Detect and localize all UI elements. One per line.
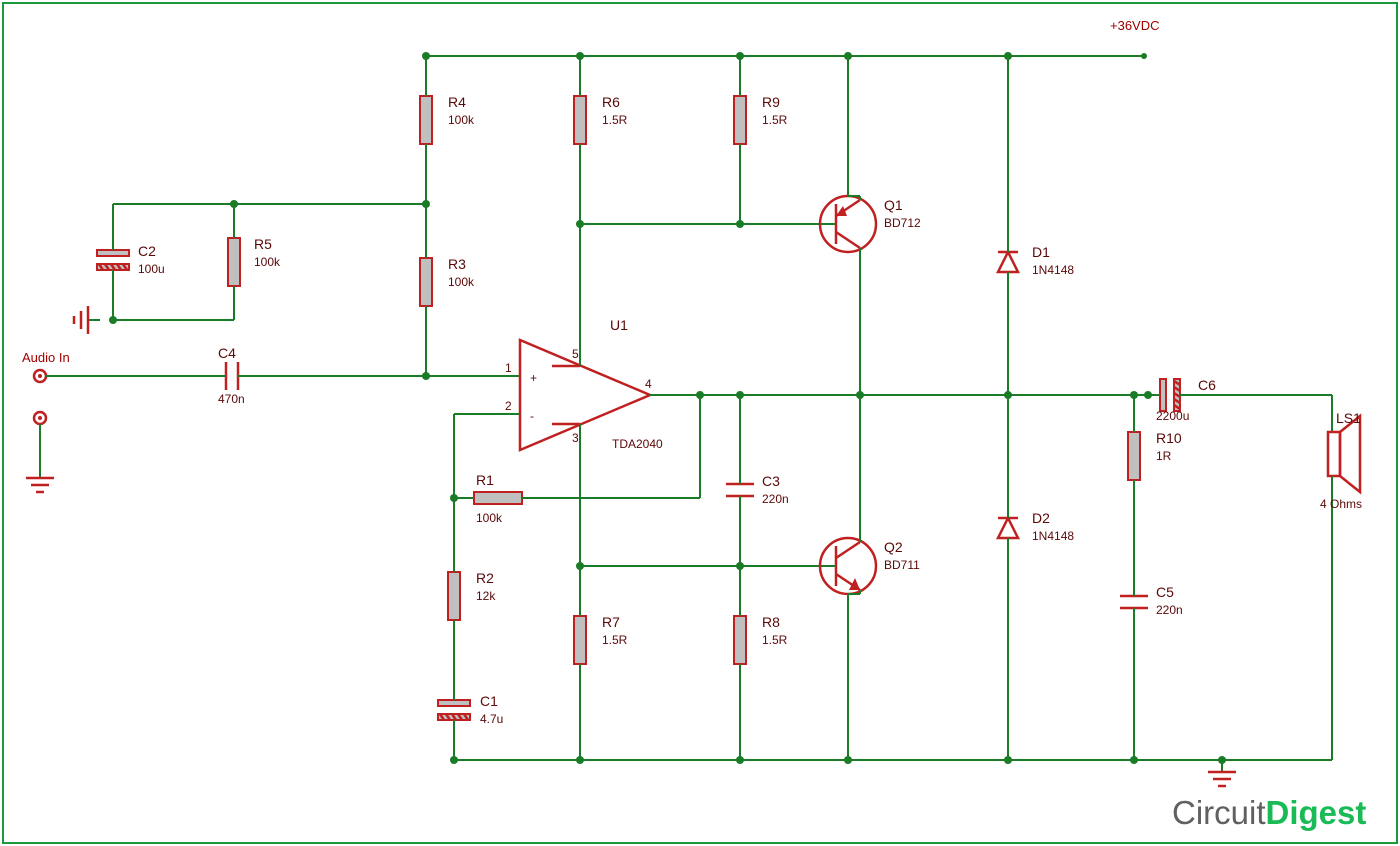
audio-in-terminal[interactable] <box>34 370 46 382</box>
resistor-r5-icon <box>228 226 240 298</box>
capacitor-c6-icon <box>1148 379 1192 411</box>
capacitor-c1-icon <box>438 688 470 732</box>
r6-value: 1.5R <box>602 113 628 127</box>
input-ground-terminal[interactable] <box>34 412 46 424</box>
r3-value: 100k <box>448 275 475 289</box>
resistor-r1-icon <box>462 492 534 504</box>
svg-text:3: 3 <box>572 431 579 445</box>
d1-part: 1N4148 <box>1032 263 1074 277</box>
r9-name: R9 <box>762 94 780 110</box>
transistor-q2-icon <box>820 538 876 594</box>
r4-name: R4 <box>448 94 466 110</box>
capacitor-c3-icon <box>726 470 754 510</box>
c4-name: C4 <box>218 345 236 361</box>
c2-value: 100u <box>138 262 165 276</box>
d2-part: 1N4148 <box>1032 529 1074 543</box>
c2-name: C2 <box>138 243 156 259</box>
r1-name: R1 <box>476 472 494 488</box>
svg-text:4: 4 <box>645 377 652 391</box>
c1-value: 4.7u <box>480 712 503 726</box>
ground-icon <box>1208 760 1236 786</box>
q1-part: BD712 <box>884 216 921 230</box>
diode-d1-icon <box>998 240 1018 284</box>
c6-name: C6 <box>1198 377 1216 393</box>
capacitor-c5-icon <box>1120 582 1148 622</box>
r2-value: 12k <box>476 589 496 603</box>
opamp-u1-icon <box>514 340 700 450</box>
c3-name: C3 <box>762 473 780 489</box>
r5-value: 100k <box>254 255 281 269</box>
resistor-r7-icon <box>574 604 586 676</box>
ground-icon <box>74 306 100 334</box>
r3-name: R3 <box>448 256 466 272</box>
resistor-r2-icon <box>448 560 460 632</box>
ls1-value: 4 Ohms <box>1320 497 1362 511</box>
r9-value: 1.5R <box>762 113 788 127</box>
svg-text:-: - <box>530 409 534 423</box>
ground-icon <box>26 466 54 492</box>
d1-name: D1 <box>1032 244 1050 260</box>
r10-name: R10 <box>1156 430 1182 446</box>
resistor-r4-icon <box>420 84 432 156</box>
u1-name: U1 <box>610 317 628 333</box>
transistor-q1-icon <box>820 196 876 252</box>
c3-value: 220n <box>762 492 789 506</box>
q1-name: Q1 <box>884 197 903 213</box>
resistor-r6-icon <box>574 84 586 156</box>
r2-name: R2 <box>476 570 494 586</box>
q2-name: Q2 <box>884 539 903 555</box>
svg-text:2: 2 <box>505 399 512 413</box>
r8-value: 1.5R <box>762 633 788 647</box>
audio-in-label: Audio In <box>22 350 70 365</box>
c4-value: 470n <box>218 392 245 406</box>
capacitor-c2-icon <box>97 238 129 282</box>
d2-name: D2 <box>1032 510 1050 526</box>
ls1-name: LS1 <box>1336 410 1361 426</box>
vcc-rail-label: +36VDC <box>1110 18 1160 33</box>
r8-name: R8 <box>762 614 780 630</box>
logo-text: CircuitDigest <box>1172 794 1366 831</box>
diode-d2-icon <box>998 506 1018 550</box>
r6-name: R6 <box>602 94 620 110</box>
u1-part: TDA2040 <box>612 437 663 451</box>
svg-text:+: + <box>530 371 537 385</box>
r7-value: 1.5R <box>602 633 628 647</box>
r7-name: R7 <box>602 614 620 630</box>
r4-value: 100k <box>448 113 475 127</box>
c5-value: 220n <box>1156 603 1183 617</box>
resistor-r8-icon <box>734 604 746 676</box>
svg-text:5: 5 <box>572 347 579 361</box>
resistor-r3-icon <box>420 246 432 318</box>
r10-value: 1R <box>1156 449 1172 463</box>
resistor-r10-icon <box>1128 420 1140 492</box>
r1-value: 100k <box>476 511 503 525</box>
c6-value: 2200u <box>1156 409 1189 423</box>
c1-name: C1 <box>480 693 498 709</box>
resistor-r9-icon <box>734 84 746 156</box>
svg-text:1: 1 <box>505 361 512 375</box>
q2-part: BD711 <box>884 558 920 572</box>
r5-name: R5 <box>254 236 272 252</box>
capacitor-c4-icon <box>212 362 252 390</box>
c5-name: C5 <box>1156 584 1174 600</box>
